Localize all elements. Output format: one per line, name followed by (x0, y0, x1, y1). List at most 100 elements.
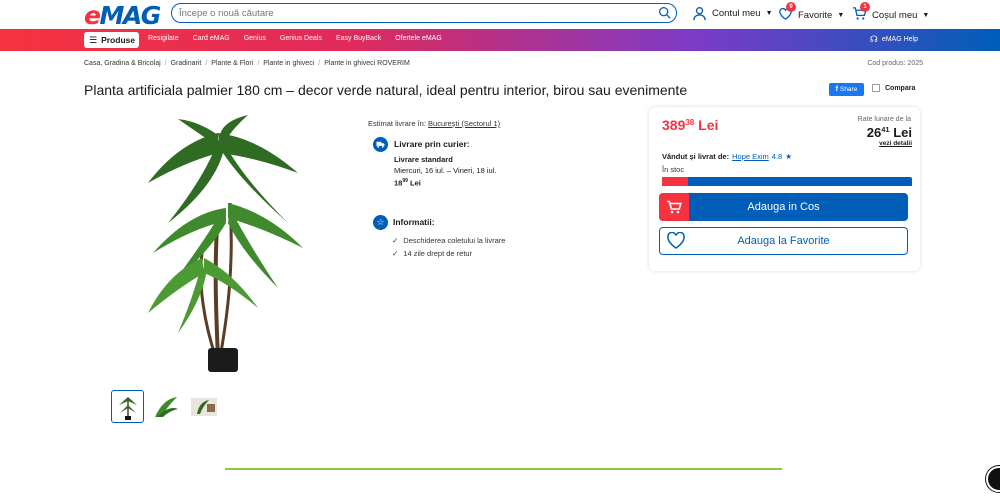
account-menu[interactable]: Contul meu ▼ (692, 6, 773, 21)
nav-link-ofertele[interactable]: Ofertele eMAG (395, 35, 442, 42)
favorites-badge: 9 (786, 2, 796, 12)
truck-icon (373, 137, 388, 152)
add-to-favorites-label: Adauga la Favorite (737, 235, 830, 247)
breadcrumb-separator: / (318, 60, 321, 67)
estimate-prefix: Estimat livrare în: (368, 119, 426, 128)
chevron-down-icon: ▼ (922, 11, 930, 19)
product-price: 38938 Lei (662, 117, 718, 133)
floating-action-button[interactable] (986, 466, 1000, 492)
thumbnail-2[interactable] (149, 390, 182, 423)
chevron-down-icon: ▼ (837, 11, 845, 19)
search-bar[interactable] (171, 3, 677, 23)
nav-links: Resigilate Card eMAG Genius Genius Deals… (148, 35, 442, 42)
breadcrumb: Casa, Gradina & Bricolaj / Gradinarit / Pl… (84, 60, 410, 67)
installment-value: 2641 Lei (867, 125, 912, 140)
facebook-share-button[interactable]: f Share (829, 83, 864, 96)
breadcrumb-item[interactable]: Casa, Gradina & Bricolaj (84, 60, 161, 67)
list-item: ✓ 14 zile drept de retur (392, 247, 505, 260)
info-item-label: 14 zile drept de retur (403, 249, 473, 258)
heart-icon (667, 232, 685, 249)
seller-info: Vândut și livrat de: Hope Exim 4.8 ★ (662, 152, 792, 161)
nav-link-card-emag[interactable]: Card eMAG (193, 35, 230, 42)
breadcrumb-separator: / (205, 60, 208, 67)
emag-logo[interactable]: eMAG (84, 1, 161, 30)
nav-link-genius-deals[interactable]: Genius Deals (280, 35, 322, 42)
leaves-thumbnail-icon (154, 396, 178, 417)
cart-menu[interactable]: 1 Coșul meu ▼ (852, 2, 930, 24)
cart-label: Coșul meu (872, 9, 918, 21)
nav-link-resigilate[interactable]: Resigilate (148, 35, 179, 42)
main-nav: ☰ Produse Resigilate Card eMAG Genius Ge… (0, 29, 1000, 51)
top-header: eMAG Contul meu ▼ 9 Favorite ▼ 1 Coșul meu… (0, 0, 1000, 30)
installment-details-link[interactable]: vezi detalii (879, 140, 912, 147)
products-label: Produse (101, 35, 136, 45)
products-menu-button[interactable]: ☰ Produse (84, 32, 139, 48)
seller-name-link[interactable]: Hope Exim (732, 152, 769, 161)
product-code: Cod produs: 2025 (867, 60, 923, 67)
hamburger-icon: ☰ (89, 34, 98, 45)
section-divider (225, 468, 782, 470)
thumbnail-3[interactable] (187, 390, 220, 423)
breadcrumb-separator: / (164, 60, 167, 67)
compare-label: Compara (885, 84, 916, 92)
seller-rating: 4.8 (771, 152, 783, 161)
rate-currency: Lei (893, 125, 912, 140)
thumbnail-1[interactable] (111, 390, 144, 423)
info-star-icon: ☆ (373, 215, 388, 230)
price-currency: Lei (698, 117, 719, 133)
delivery-location-link[interactable]: București (Sectorul 1) (428, 119, 500, 128)
favorites-menu[interactable]: 9 Favorite ▼ (778, 2, 845, 24)
add-to-cart-button[interactable]: Adauga in Cos (659, 193, 908, 221)
price-decimals: 38 (685, 118, 695, 127)
breadcrumb-separator: / (257, 60, 260, 67)
page-title: Planta artificiala palmier 180 cm – deco… (84, 82, 688, 98)
headset-icon: ☊ (869, 34, 878, 44)
facebook-icon: f (835, 86, 838, 93)
favorites-label: Favorite (798, 9, 833, 21)
help-link[interactable]: ☊ eMAG Help (870, 34, 918, 45)
delivery-price-currency: Lei (410, 178, 421, 188)
user-icon (693, 7, 706, 21)
delivery-estimate: Estimat livrare în: București (Sectorul … (368, 119, 500, 128)
breadcrumb-item[interactable]: Plante in ghiveci (263, 60, 314, 67)
breadcrumb-item[interactable]: Gradinarit (171, 60, 202, 67)
check-icon: ✓ (392, 249, 399, 258)
info-list: ✓ Deschiderea coletului la livrare ✓ 14 zi… (392, 234, 505, 260)
stock-status: În stoc (662, 165, 685, 174)
compare-toggle[interactable]: Compara (872, 84, 915, 92)
breadcrumb-item[interactable]: Plante & Flori (211, 60, 253, 67)
nav-link-genius[interactable]: Genius (244, 35, 266, 42)
account-label: Contul meu (712, 8, 761, 19)
strip-accent (662, 177, 688, 186)
room-thumbnail-icon (190, 397, 217, 416)
info-item-label: Deschiderea coletului la livrare (403, 236, 506, 245)
share-label: Share (839, 86, 858, 93)
price-main: 389 (662, 117, 686, 133)
palm-thumbnail-icon (118, 396, 137, 420)
check-icon: ✓ (392, 236, 399, 245)
thumbnail-strip (111, 390, 220, 423)
info-title: Informatii: (393, 217, 435, 227)
courier-details: Livrare standard Miercuri, 16 iul. – Vin… (394, 155, 496, 189)
standard-delivery-label: Livrare standard (394, 155, 453, 164)
rate-main: 26 (866, 125, 882, 140)
add-to-favorites-button[interactable]: Adauga la Favorite (659, 227, 908, 255)
list-item: ✓ Deschiderea coletului la livrare (392, 234, 505, 247)
rate-decimals: 41 (881, 125, 890, 134)
search-input[interactable] (179, 6, 649, 20)
chevron-down-icon: ▼ (765, 10, 773, 17)
cart-badge: 1 (860, 2, 870, 12)
help-label: eMAG Help (881, 36, 918, 43)
courier-title: Livrare prin curier: (394, 139, 470, 149)
breadcrumb-item[interactable]: Plante in ghiveci ROVERIM (324, 60, 410, 67)
star-icon: ★ (785, 152, 792, 161)
product-main-image[interactable] (138, 113, 308, 376)
installment-label: Rate lunare de la (857, 116, 911, 123)
sticky-cart-strip (662, 177, 912, 186)
search-icon[interactable] (658, 6, 671, 19)
delivery-dates: Miercuri, 16 iul. – Vineri, 18 iul. (394, 165, 497, 175)
compare-checkbox[interactable] (872, 84, 880, 92)
delivery-price: 1899 Lei (394, 176, 496, 189)
nav-link-easy-buyback[interactable]: Easy BuyBack (336, 35, 381, 42)
cart-icon (659, 193, 689, 221)
